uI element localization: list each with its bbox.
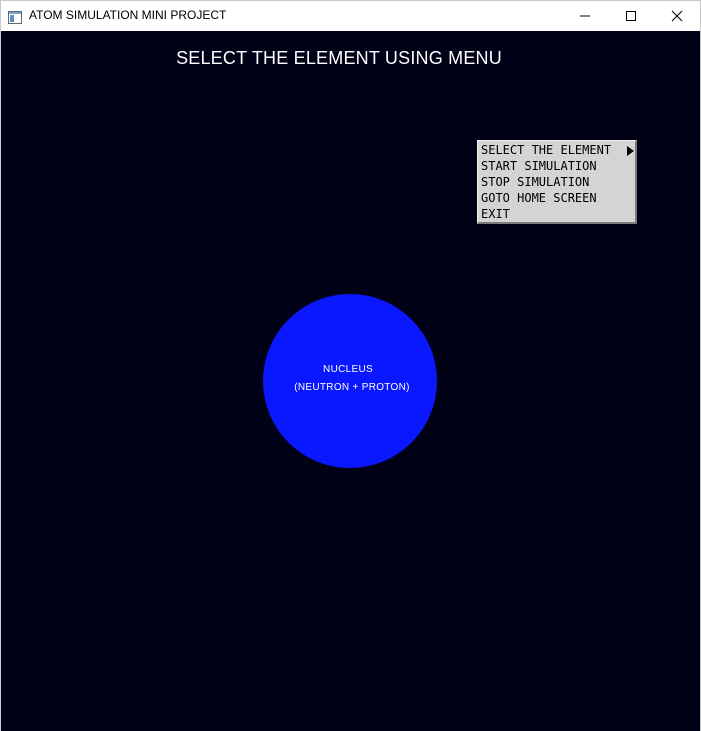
nucleus-composition-label: (NEUTRON + PROTON): [294, 382, 410, 393]
minimize-icon: [580, 15, 590, 17]
menu-item-stop-simulation[interactable]: STOP SIMULATION: [481, 174, 589, 190]
menu-item-goto-home-screen[interactable]: GOTO HOME SCREEN: [481, 190, 597, 206]
menu-item-select-element[interactable]: SELECT THE ELEMENT: [481, 142, 611, 158]
menu-item-exit[interactable]: EXIT: [481, 206, 510, 222]
nucleus-label: NUCLEUS: [323, 364, 373, 375]
context-menu: SELECT THE ELEMENT START SIMULATION STOP…: [477, 140, 637, 224]
nucleus-circle: [263, 294, 437, 468]
menu-item-start-simulation[interactable]: START SIMULATION: [481, 158, 597, 174]
close-icon: [671, 10, 683, 22]
app-window-icon: [8, 9, 22, 24]
maximize-button[interactable]: [608, 1, 654, 31]
submenu-arrow-icon: [627, 146, 634, 156]
app-window: ATOM SIMULATION MINI PROJECT SELECT THE …: [0, 0, 701, 731]
window-title: ATOM SIMULATION MINI PROJECT: [29, 8, 227, 22]
maximize-icon: [626, 11, 636, 21]
close-button[interactable]: [654, 1, 700, 31]
title-bar[interactable]: ATOM SIMULATION MINI PROJECT: [1, 1, 700, 31]
simulation-canvas[interactable]: SELECT THE ELEMENT USING MENU NUCLEUS (N…: [1, 31, 700, 731]
minimize-button[interactable]: [562, 1, 608, 31]
instruction-heading: SELECT THE ELEMENT USING MENU: [176, 48, 502, 68]
